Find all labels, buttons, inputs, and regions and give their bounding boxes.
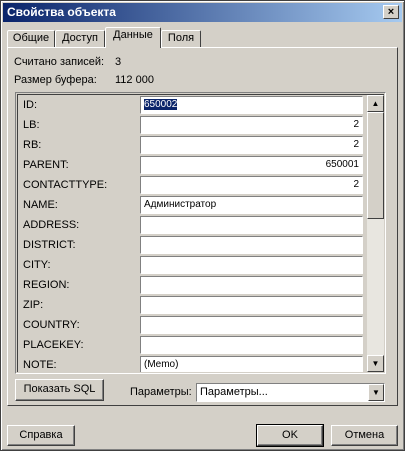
field-label: CONTACTTYPE: (23, 179, 108, 191)
field-row-zip: ZIP: (18, 295, 368, 315)
field-label: DISTRICT: (23, 239, 76, 251)
field-value-rb[interactable]: 2 (140, 136, 363, 154)
vertical-scrollbar[interactable]: ▲ ▼ (367, 95, 384, 372)
field-label: PARENT: (23, 159, 69, 171)
field-label: ADDRESS: (23, 219, 80, 231)
field-value-contacttype[interactable]: 2 (140, 176, 363, 194)
field-row-country: COUNTRY: (18, 315, 368, 335)
field-row-district: DISTRICT: (18, 235, 368, 255)
tab-fields[interactable]: Поля (161, 30, 201, 47)
field-value-address[interactable] (140, 216, 363, 234)
field-value-parent[interactable]: 650001 (140, 156, 363, 174)
ok-button[interactable]: OK (256, 424, 324, 447)
field-row-note: NOTE: (Memo) (18, 355, 368, 372)
params-select-value: Параметры... (200, 386, 268, 398)
buffer-size-label: Размер буфера: (14, 74, 97, 86)
field-label: LB: (23, 119, 40, 131)
field-label: ZIP: (23, 299, 44, 311)
records-read-label: Считано записей: (14, 56, 105, 68)
field-label: NOTE: (23, 359, 57, 371)
field-value-text: 650002 (144, 99, 178, 110)
help-button[interactable]: Справка (7, 425, 75, 446)
field-row-id: ID: 650002 (18, 95, 368, 115)
record-grid-body[interactable]: ID: 650002 LB: 2 RB: 2 PARENT: 650001 CO… (17, 94, 384, 372)
field-row-contacttype: CONTACTTYPE: 2 (18, 175, 368, 195)
show-sql-button[interactable]: Показать SQL (15, 379, 104, 401)
field-label: ID: (23, 99, 38, 111)
chevron-down-icon: ▼ (372, 388, 380, 397)
field-label: REGION: (23, 279, 70, 291)
arrow-up-icon: ▲ (371, 99, 380, 108)
field-value-id[interactable]: 650002 (140, 96, 363, 114)
title-bar: Свойства объекта × (3, 3, 402, 22)
field-label: COUNTRY: (23, 319, 80, 331)
field-label: PLACEKEY: (23, 339, 84, 351)
params-dropdown-button[interactable]: ▼ (368, 384, 384, 401)
field-row-address: ADDRESS: (18, 215, 368, 235)
field-row-placekey: PLACEKEY: (18, 335, 368, 355)
field-row-city: CITY: (18, 255, 368, 275)
field-value-region[interactable] (140, 276, 363, 294)
scroll-up-button[interactable]: ▲ (367, 95, 384, 112)
buffer-size-value: 112 000 (115, 74, 154, 86)
field-value-name[interactable]: Администратор (140, 196, 363, 214)
field-label: CITY: (23, 259, 51, 271)
field-value-lb[interactable]: 2 (140, 116, 363, 134)
tab-general[interactable]: Общие (7, 30, 55, 47)
field-value-city[interactable] (140, 256, 363, 274)
field-label: RB: (23, 139, 42, 151)
field-value-zip[interactable] (140, 296, 363, 314)
field-value-country[interactable] (140, 316, 363, 334)
scroll-down-button[interactable]: ▼ (367, 355, 384, 372)
properties-dialog: Свойства объекта × Общие Доступ Данные П… (0, 0, 405, 451)
tab-data[interactable]: Данные (105, 27, 161, 48)
window-title: Свойства объекта (7, 5, 116, 19)
close-button[interactable]: × (383, 5, 399, 19)
close-icon: × (387, 6, 395, 18)
params-select[interactable]: Параметры... ▼ (196, 383, 385, 402)
field-value-placekey[interactable] (140, 336, 363, 354)
record-grid: ID: 650002 LB: 2 RB: 2 PARENT: 650001 CO… (15, 92, 386, 374)
arrow-down-icon: ▼ (371, 359, 380, 368)
field-value-note[interactable]: (Memo) (140, 356, 363, 372)
field-row-rb: RB: 2 (18, 135, 368, 155)
field-label: NAME: (23, 199, 58, 211)
records-read-value: 3 (115, 56, 122, 68)
field-row-lb: LB: 2 (18, 115, 368, 135)
field-row-parent: PARENT: 650001 (18, 155, 368, 175)
cancel-button[interactable]: Отмена (331, 425, 398, 446)
field-row-name: NAME: Администратор (18, 195, 368, 215)
field-value-district[interactable] (140, 236, 363, 254)
tab-access[interactable]: Доступ (55, 30, 105, 47)
field-row-region: REGION: (18, 275, 368, 295)
scroll-thumb[interactable] (367, 112, 384, 219)
params-label: Параметры: (130, 386, 192, 398)
